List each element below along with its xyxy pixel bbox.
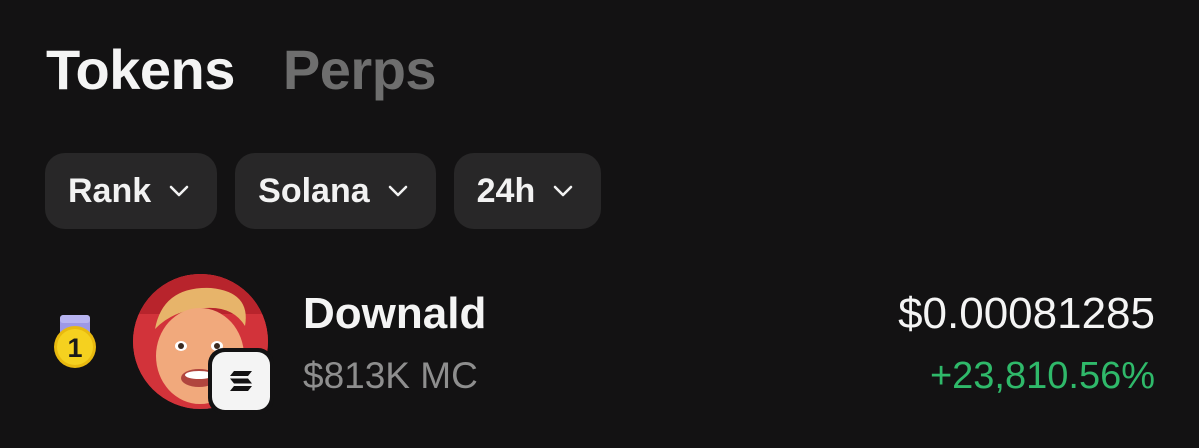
rank-number: 1 (67, 333, 82, 363)
token-row[interactable]: 1 Downald $813K MC $0.00081285 +23,810.5… (0, 270, 1199, 420)
chevron-down-icon (388, 185, 407, 197)
filter-bar: Rank Solana 24h (45, 153, 602, 229)
timeframe-filter-label: 24h (476, 171, 536, 210)
tab-tokens[interactable]: Tokens (46, 38, 235, 102)
token-market-cap: $813K MC (303, 355, 478, 396)
rank-medal-icon: 1 (54, 315, 96, 368)
solana-chain-badge (208, 348, 274, 414)
token-price-change: +23,810.56% (929, 355, 1155, 397)
rank-filter-dropdown[interactable]: Rank (45, 153, 218, 229)
tab-bar: Tokens Perps (46, 38, 437, 102)
rank-filter-label: Rank (68, 171, 152, 210)
token-name: Downald (303, 289, 487, 338)
chain-filter-label: Solana (258, 171, 370, 210)
chevron-down-icon (553, 185, 573, 197)
token-price: $0.00081285 (898, 289, 1155, 338)
timeframe-filter-dropdown[interactable]: 24h (453, 153, 602, 229)
token-avatar-container (133, 274, 274, 414)
tab-perps[interactable]: Perps (283, 38, 437, 102)
chain-filter-dropdown[interactable]: Solana (235, 153, 436, 229)
chevron-down-icon (169, 185, 189, 197)
solana-icon (230, 371, 252, 391)
